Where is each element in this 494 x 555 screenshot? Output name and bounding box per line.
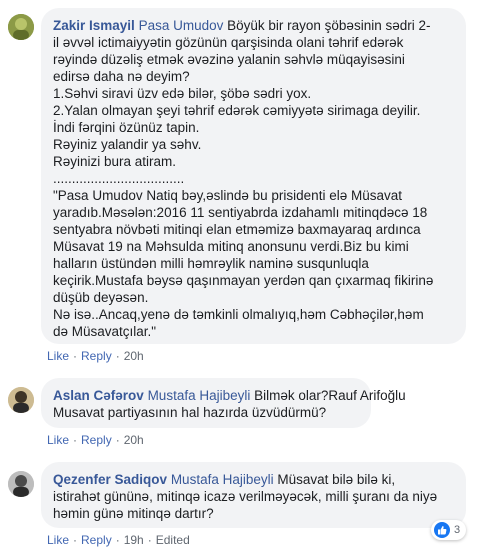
comment-author[interactable]: Zakir Ismayil [53,18,135,33]
comment-bubble: Qezenfer Sadiqov Mustafa Hajibeyli Müsav… [41,462,466,528]
comment-text-line: istirahət gününə, mitinqə icazə verilməy… [53,489,438,504]
like-link[interactable]: Like [47,533,69,547]
separator-dot: · [147,533,152,547]
comment-text-line: "Pasa Umudov Natiq bəy,əslində bu prisid… [53,188,402,203]
comment-text-line: rəyində düzəliş etmək əvəzinə yalanin sə… [53,52,405,67]
comment-timestamp[interactable]: 20h [124,349,144,363]
separator-dot: · [115,349,120,363]
comment-text-line: həmin günə mitinqə dartır? [53,506,214,521]
comment-bubble: Zakir Ismayil Pasa Umudov Böyük bir rayo… [41,8,466,344]
like-link[interactable]: Like [47,349,69,363]
comment-text: Bilmək olar?Rauf Arifoğlu [250,388,406,403]
comment-author[interactable]: Aslan Cəfərov [53,388,144,403]
separator-dot: · [73,533,78,547]
like-reaction-icon [434,522,450,538]
separator-dot: · [73,349,78,363]
comment-text-line: keçirik.Mustafa bəysə qaşınmayan yerdən … [53,273,434,288]
comment-text: Böyük bir rayon şöbəsinin sədri 2- [223,18,431,33]
comment-text-line: Müsavat 19 na Məhsulda mitinq anonsunu v… [53,239,409,254]
comment-text-line: ................................... [53,171,185,186]
comment-bubble: Aslan Cəfərov Mustafa Hajibeyli Bilmək o… [41,378,406,428]
separator-dot: · [115,533,120,547]
comment-text-line: də Müsavatçılar." [53,324,157,339]
avatar-photo-icon [8,387,34,413]
comment-text-line: 2.Yalan olmayan şeyi təhrif edərək cəmiy… [53,103,421,118]
reply-link[interactable]: Reply [81,433,112,447]
comment-text-line: yaradıb.Məsələn:2016 11 sentiyabrda izda… [53,205,428,220]
comment-text-line: Rəyiniz yalandir ya səhv. [53,137,202,152]
comment-timestamp[interactable]: 20h [124,433,144,447]
comment-text-line: halların üstündən milli həmrəylik naminə… [53,256,369,271]
like-link[interactable]: Like [47,433,69,447]
avatar[interactable] [8,387,34,413]
separator-dot: · [73,433,78,447]
comment-mention[interactable]: Pasa Umudov [139,18,224,33]
avatar[interactable] [8,471,34,497]
comment-mention[interactable]: Mustafa Hajibeyli [171,472,274,487]
comment-text-line: düşüb deyəsən. [53,290,149,305]
comment-actions: Like · Reply · 20h [47,433,144,447]
comment-text: Müsavat bilə bilə ki, [273,472,396,487]
avatar-photo-icon [8,14,34,40]
avatar-photo-icon [8,471,34,497]
comment-mention[interactable]: Mustafa Hajibeyli [148,388,251,403]
reply-link[interactable]: Reply [81,533,112,547]
reaction-count: 3 [454,524,461,536]
comment-text-line: Musavat partiyasının hal hazırda üzvüdür… [53,405,327,420]
comment-timestamp[interactable]: 19h [124,533,144,547]
comment-author[interactable]: Qezenfer Sadiqov [53,472,167,487]
comment-text-line: 1.Səhvi siravi üzv edə bilər, şöbə sədri… [53,86,312,101]
edited-label[interactable]: Edited [156,533,190,547]
comment-actions: Like · Reply · 20h [47,349,144,363]
separator-dot: · [115,433,120,447]
comment-text-line: il əvvəl ictimaiyyətin gözünün qarşisind… [53,35,404,50]
reply-link[interactable]: Reply [81,349,112,363]
avatar[interactable] [8,14,34,40]
reaction-count-badge[interactable]: 3 [431,520,467,540]
comment-text-line: edirsə daha nə deyim? [53,69,190,84]
comment-text-line: İndi fərqini özünüz tapin. [53,120,200,135]
comment-text-line: Nə isə..Ancaq,yenə də təmkinli olmalıyıq… [53,307,424,322]
comment-text-line: sentyabra növbəti mitinqi elan etməmizə … [53,222,421,237]
comment-text-line: Rəyinizi bura atiram. [53,154,177,169]
comment-actions: Like · Reply · 19h · Edited [47,533,190,547]
